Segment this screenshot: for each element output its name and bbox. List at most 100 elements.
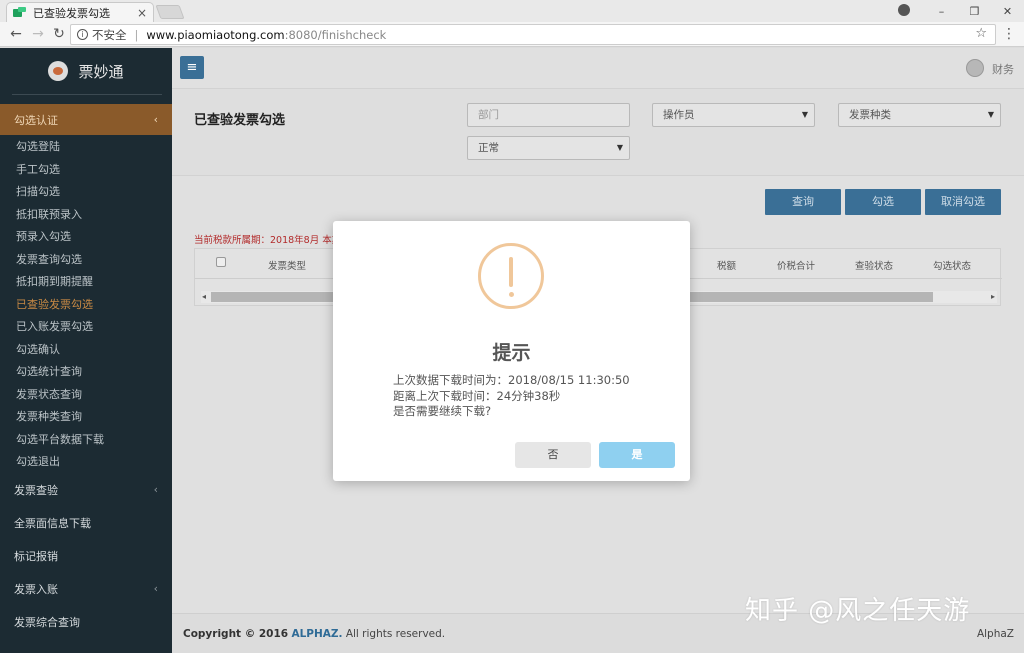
yes-button[interactable]: 是 <box>599 442 675 468</box>
browser-menu-icon[interactable]: ⋮ <box>1002 26 1016 42</box>
sidebar-group-label: 发票查验 <box>14 483 58 497</box>
sidebar-item[interactable]: 扫描勾选 <box>0 181 172 204</box>
sidebar-item[interactable]: 预录入勾选 <box>0 226 172 249</box>
department-input[interactable]: 部门 <box>467 103 630 127</box>
dialog-message-line: 距离上次下载时间：24分钟38秒 <box>393 388 561 403</box>
cancel-select-button[interactable]: 取消勾选 <box>925 189 1001 215</box>
info-icon[interactable]: i <box>77 29 88 40</box>
sidebar-item[interactable]: 勾选平台数据下载 <box>0 429 172 452</box>
topbar: ≡ 财务 <box>172 48 1024 88</box>
sidebar-item[interactable]: 勾选登陆 <box>0 136 172 159</box>
page-title: 已查验发票勾选 <box>194 113 286 128</box>
hamburger-menu-icon[interactable]: ≡ <box>180 56 204 79</box>
invoice-type-value: 发票种类 <box>849 109 891 121</box>
column-header: 发票类型 <box>268 261 307 272</box>
copyright-brand-link[interactable]: ALPHAZ. <box>291 628 342 640</box>
scroll-left-icon[interactable]: ◂ <box>202 291 206 303</box>
sidebar-item[interactable]: 发票查询勾选 <box>0 249 172 272</box>
no-button[interactable]: 否 <box>515 442 591 468</box>
url-host: www.piaomiaotong.com <box>146 27 285 42</box>
watermark: 知乎 @风之任天游 <box>745 596 971 626</box>
status-select[interactable]: 正常 ▼ <box>467 136 630 160</box>
copyright: Copyright © 2016 ALPHAZ. All rights rese… <box>183 628 445 640</box>
tax-period-notice: 当前税款所属期：2018年8月 本期 <box>194 235 342 246</box>
sidebar-item[interactable]: 发票状态查询 <box>0 384 172 407</box>
sidebar-group-label: 勾选认证 <box>14 113 58 127</box>
sidebar-group-invoice-entry[interactable]: 发票入账 ‹ <box>0 573 172 604</box>
dialog-title: 提示 <box>492 342 531 364</box>
bookmark-star-icon[interactable]: ☆ <box>975 26 987 41</box>
warning-icon-dot <box>508 292 514 297</box>
sidebar-group-full-download[interactable]: 全票面信息下载 <box>0 507 172 538</box>
close-window-icon[interactable]: ✕ <box>991 5 1024 18</box>
url-path: :8080/finishcheck <box>284 27 387 42</box>
browser-titlebar: 已查验发票勾选 × – ❐ ✕ <box>0 0 1024 22</box>
chevron-left-icon: ‹ <box>153 483 158 496</box>
query-button[interactable]: 查询 <box>765 189 841 215</box>
operator-select[interactable]: 操作员 ▼ <box>652 103 815 127</box>
brand-name: 票妙通 <box>78 62 124 81</box>
sidebar-item[interactable]: 已入账发票勾选 <box>0 316 172 339</box>
warning-icon-bar <box>509 257 513 287</box>
copyright-prefix: Copyright © 2016 <box>183 628 289 640</box>
chevron-left-icon: ‹ <box>153 582 158 595</box>
window-controls: – ❐ ✕ <box>925 0 1024 22</box>
minimize-icon[interactable]: – <box>925 5 958 18</box>
dialog-message-line: 是否需要继续下载? <box>393 404 492 418</box>
sidebar-item-current[interactable]: 已查验发票勾选 <box>0 294 172 317</box>
sidebar-group-mark-reimburse[interactable]: 标记报销 <box>0 540 172 571</box>
caret-down-icon: ▼ <box>801 110 808 119</box>
copyright-suffix: All rights reserved. <box>345 628 446 640</box>
restore-icon[interactable]: ❐ <box>958 5 991 18</box>
sidebar-group-select-auth[interactable]: 勾选认证 ‹ <box>0 104 172 135</box>
sidebar-item[interactable]: 抵扣期到期提醒 <box>0 271 172 294</box>
sidebar: 票妙通 勾选认证 ‹ 勾选登陆 手工勾选 扫描勾选 抵扣联预录入 预录入勾选 发… <box>0 48 172 653</box>
operator-value: 操作员 <box>663 109 695 121</box>
address-bar[interactable]: i 不安全 | www.piaomiaotong.com :8080/finis… <box>70 24 996 45</box>
invoice-type-select[interactable]: 发票种类 ▼ <box>838 103 1001 127</box>
sidebar-group-label: 发票入账 <box>14 582 58 596</box>
caret-down-icon: ▼ <box>987 110 994 119</box>
sidebar-item[interactable]: 勾选确认 <box>0 339 172 362</box>
reload-icon[interactable]: ↻ <box>51 26 67 42</box>
sidebar-submenu: 勾选登陆 手工勾选 扫描勾选 抵扣联预录入 预录入勾选 发票查询勾选 抵扣期到期… <box>0 136 172 474</box>
brand-divider <box>12 94 162 95</box>
dialog-message: 上次数据下载时间为：2018/08/15 11:30:50 距离上次下载时间：2… <box>393 373 630 420</box>
chevron-left-icon: ‹ <box>153 113 158 126</box>
column-header: 查验状态 <box>855 261 894 272</box>
sidebar-item[interactable]: 勾选退出 <box>0 451 172 474</box>
filter-panel: 已查验发票勾选 部门 操作员 ▼ 发票种类 ▼ 正常 ▼ <box>172 88 1024 176</box>
sidebar-item[interactable]: 抵扣联预录入 <box>0 204 172 227</box>
sidebar-group-label: 全票面信息下载 <box>14 516 91 530</box>
footer-brand: AlphaZ <box>976 628 1014 640</box>
sidebar-group-label: 发票综合查询 <box>14 615 80 629</box>
url-separator: | <box>134 27 139 42</box>
favicon-icon <box>13 6 27 19</box>
brand[interactable]: 票妙通 <box>0 48 172 94</box>
profile-icon[interactable] <box>898 4 910 16</box>
sidebar-item[interactable]: 手工勾选 <box>0 159 172 182</box>
status-value: 正常 <box>478 142 499 154</box>
new-tab-button[interactable] <box>155 5 185 19</box>
column-header: 价税合计 <box>777 261 816 272</box>
select-button[interactable]: 勾选 <box>845 189 921 215</box>
tab-title: 已查验发票勾选 <box>33 6 110 20</box>
forward-icon[interactable]: → <box>30 26 46 42</box>
insecure-label: 不安全 <box>92 27 127 42</box>
dialog-message-line: 上次数据下载时间为：2018/08/15 11:30:50 <box>393 373 630 387</box>
sidebar-item[interactable]: 发票种类查询 <box>0 406 172 429</box>
sidebar-group-invoice-query[interactable]: 发票综合查询 <box>0 606 172 637</box>
user-name[interactable]: 财务 <box>992 61 1014 77</box>
browser-tab[interactable]: 已查验发票勾选 × <box>6 2 154 22</box>
back-icon[interactable]: ← <box>8 26 24 42</box>
sidebar-item[interactable]: 勾选统计查询 <box>0 361 172 384</box>
avatar[interactable] <box>966 59 984 77</box>
caret-down-icon: ▼ <box>616 143 623 152</box>
select-all-checkbox[interactable] <box>216 257 226 267</box>
sidebar-group-invoice-check[interactable]: 发票查验 ‹ <box>0 474 172 505</box>
browser-toolbar: ← → ↻ i 不安全 | www.piaomiaotong.com :8080… <box>0 22 1024 47</box>
scroll-right-icon[interactable]: ▸ <box>991 291 995 303</box>
close-tab-icon[interactable]: × <box>137 6 147 20</box>
column-header: 勾选状态 <box>933 261 972 272</box>
column-header: 税额 <box>717 261 737 272</box>
